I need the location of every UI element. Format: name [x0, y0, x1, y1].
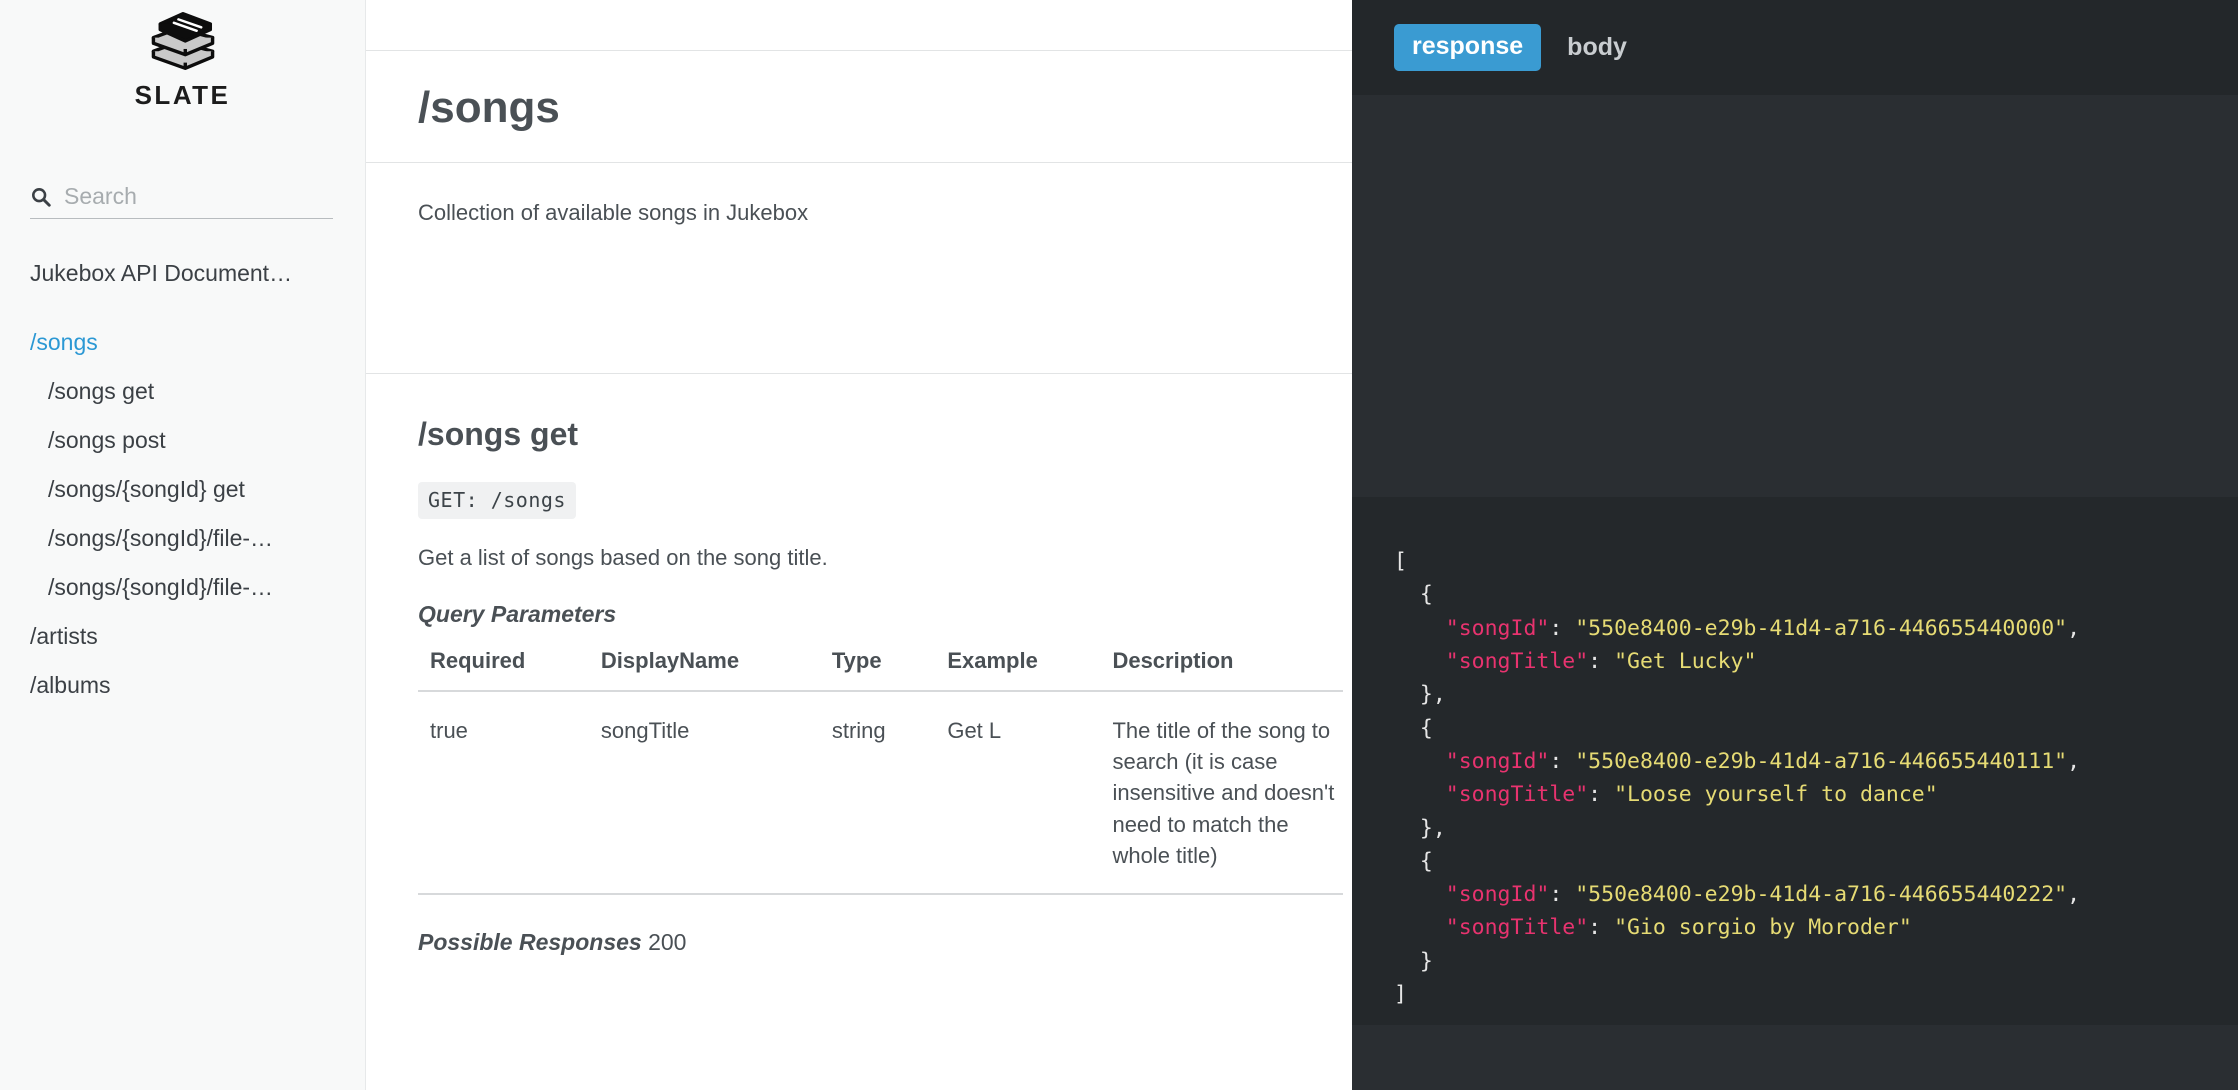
cell-displayname: songTitle [588, 690, 820, 895]
code-token: , [2067, 882, 2081, 908]
method-section: /songs get GET: /songs Get a list of son… [366, 374, 1352, 956]
column-header-required: Required [418, 647, 589, 692]
sidebar-logo: SLATE [0, 0, 365, 115]
table-header-row: Required DisplayName Type Example Descri… [418, 647, 1343, 692]
code-token: "550e8400-e29b-41d4-a716-446655440111" [1575, 748, 2068, 774]
possible-responses-label: Possible Responses [418, 928, 642, 955]
code-token: "Loose yourself to dance" [1614, 782, 1938, 808]
code-token: "songTitle" [1445, 915, 1589, 941]
cell-description: The title of the song to search (it is c… [1100, 690, 1343, 895]
code-token: : [1588, 782, 1615, 808]
code-token: "Gio sorgio by Moroder" [1614, 915, 1912, 941]
sidebar-item-8[interactable]: /albums [0, 661, 365, 710]
code-token: : [1588, 915, 1615, 941]
code-token: : [1549, 748, 1576, 774]
code-token: { [1394, 582, 1433, 608]
column-header-example: Example [935, 647, 1101, 692]
sidebar-item-0[interactable]: Jukebox API Document… [0, 249, 365, 298]
code-token: , [2067, 748, 2081, 774]
page-description: Collection of available songs in Jukebox [418, 200, 809, 225]
code-token: : [1588, 648, 1615, 674]
code-token: "songId" [1445, 748, 1550, 774]
sidebar-logo-text: SLATE [134, 80, 231, 110]
possible-responses-code: 200 [648, 928, 687, 955]
code-token: "550e8400-e29b-41d4-a716-446655440222" [1575, 882, 2068, 908]
response-panel-footer [1352, 1025, 2238, 1090]
method-code-badge: GET: /songs [418, 482, 576, 519]
page-title: /songs [418, 83, 560, 132]
sidebar-item-2[interactable]: /songs get [0, 367, 365, 416]
sidebar-item-7[interactable]: /artists [0, 612, 365, 661]
code-token: "Get Lucky" [1614, 648, 1757, 674]
column-header-type: Type [819, 647, 936, 692]
method-description: Get a list of songs based on the song ti… [418, 545, 828, 570]
sidebar-item-1[interactable]: /songs [0, 318, 365, 367]
table-row: true songTitle string Get L The title of… [418, 690, 1343, 895]
code-token: "songTitle" [1445, 648, 1589, 674]
sidebar-item-4[interactable]: /songs/{songId} get [0, 465, 365, 514]
stacked-books-icon [151, 11, 214, 71]
code-token: [ [1394, 549, 1407, 574]
sidebar-item-3[interactable]: /songs post [0, 416, 365, 465]
tab-body[interactable]: body [1567, 35, 1627, 60]
response-json-code: [ { "songId": "550e8400-e29b-41d4-a716-4… [1352, 497, 2238, 1025]
column-header-displayname: DisplayName [588, 647, 820, 692]
code-token: : [1549, 882, 1576, 908]
search-icon [32, 187, 51, 207]
code-token: } [1394, 948, 1433, 974]
code-token: ] [1394, 982, 1407, 1008]
column-header-description: Description [1100, 647, 1343, 692]
cell-required: true [418, 690, 589, 895]
page-description-band: Collection of available songs in Jukebox [366, 163, 1352, 373]
tab-response[interactable]: response [1394, 24, 1542, 71]
code-token: "550e8400-e29b-41d4-a716-446655440000" [1575, 615, 2068, 641]
query-parameters-table: Required DisplayName Type Example Descri… [418, 647, 1343, 895]
code-token: { [1394, 848, 1433, 874]
code-token: "songTitle" [1445, 782, 1589, 808]
sidebar: SLATE Jukebox API Document… /songs/songs … [0, 0, 366, 1090]
code-token: }, [1394, 815, 1446, 841]
query-parameters-heading: Query Parameters [418, 600, 617, 627]
response-panel: response body [ { "songId": "550e8400-e2… [1352, 0, 2238, 1090]
code-token: { [1394, 715, 1433, 741]
code-token: }, [1394, 682, 1446, 708]
sidebar-item-5[interactable]: /songs/{songId}/file-… [0, 514, 365, 563]
search-box[interactable] [30, 183, 333, 219]
method-heading: /songs get [418, 416, 579, 452]
response-panel-spacer [1352, 95, 2238, 497]
cell-type: string [819, 690, 936, 895]
code-token: "songId" [1445, 882, 1550, 908]
code-token: : [1549, 615, 1576, 641]
cell-example: Get L [935, 690, 1101, 895]
possible-responses-row: Possible Responses 200 [418, 929, 1304, 956]
page-title-band: /songs [366, 51, 1352, 162]
response-panel-tabs: response body [1352, 0, 2238, 95]
code-token: , [2067, 615, 2081, 641]
sidebar-nav: Jukebox API Document… /songs/songs get/so… [0, 249, 365, 710]
code-token: "songId" [1445, 615, 1550, 641]
main-content: /songs Collection of available songs in … [366, 0, 1352, 1090]
sidebar-item-6[interactable]: /songs/{songId}/file-… [0, 563, 365, 612]
search-input[interactable] [64, 183, 333, 210]
app-root: SLATE Jukebox API Document… /songs/songs … [0, 0, 2238, 1090]
